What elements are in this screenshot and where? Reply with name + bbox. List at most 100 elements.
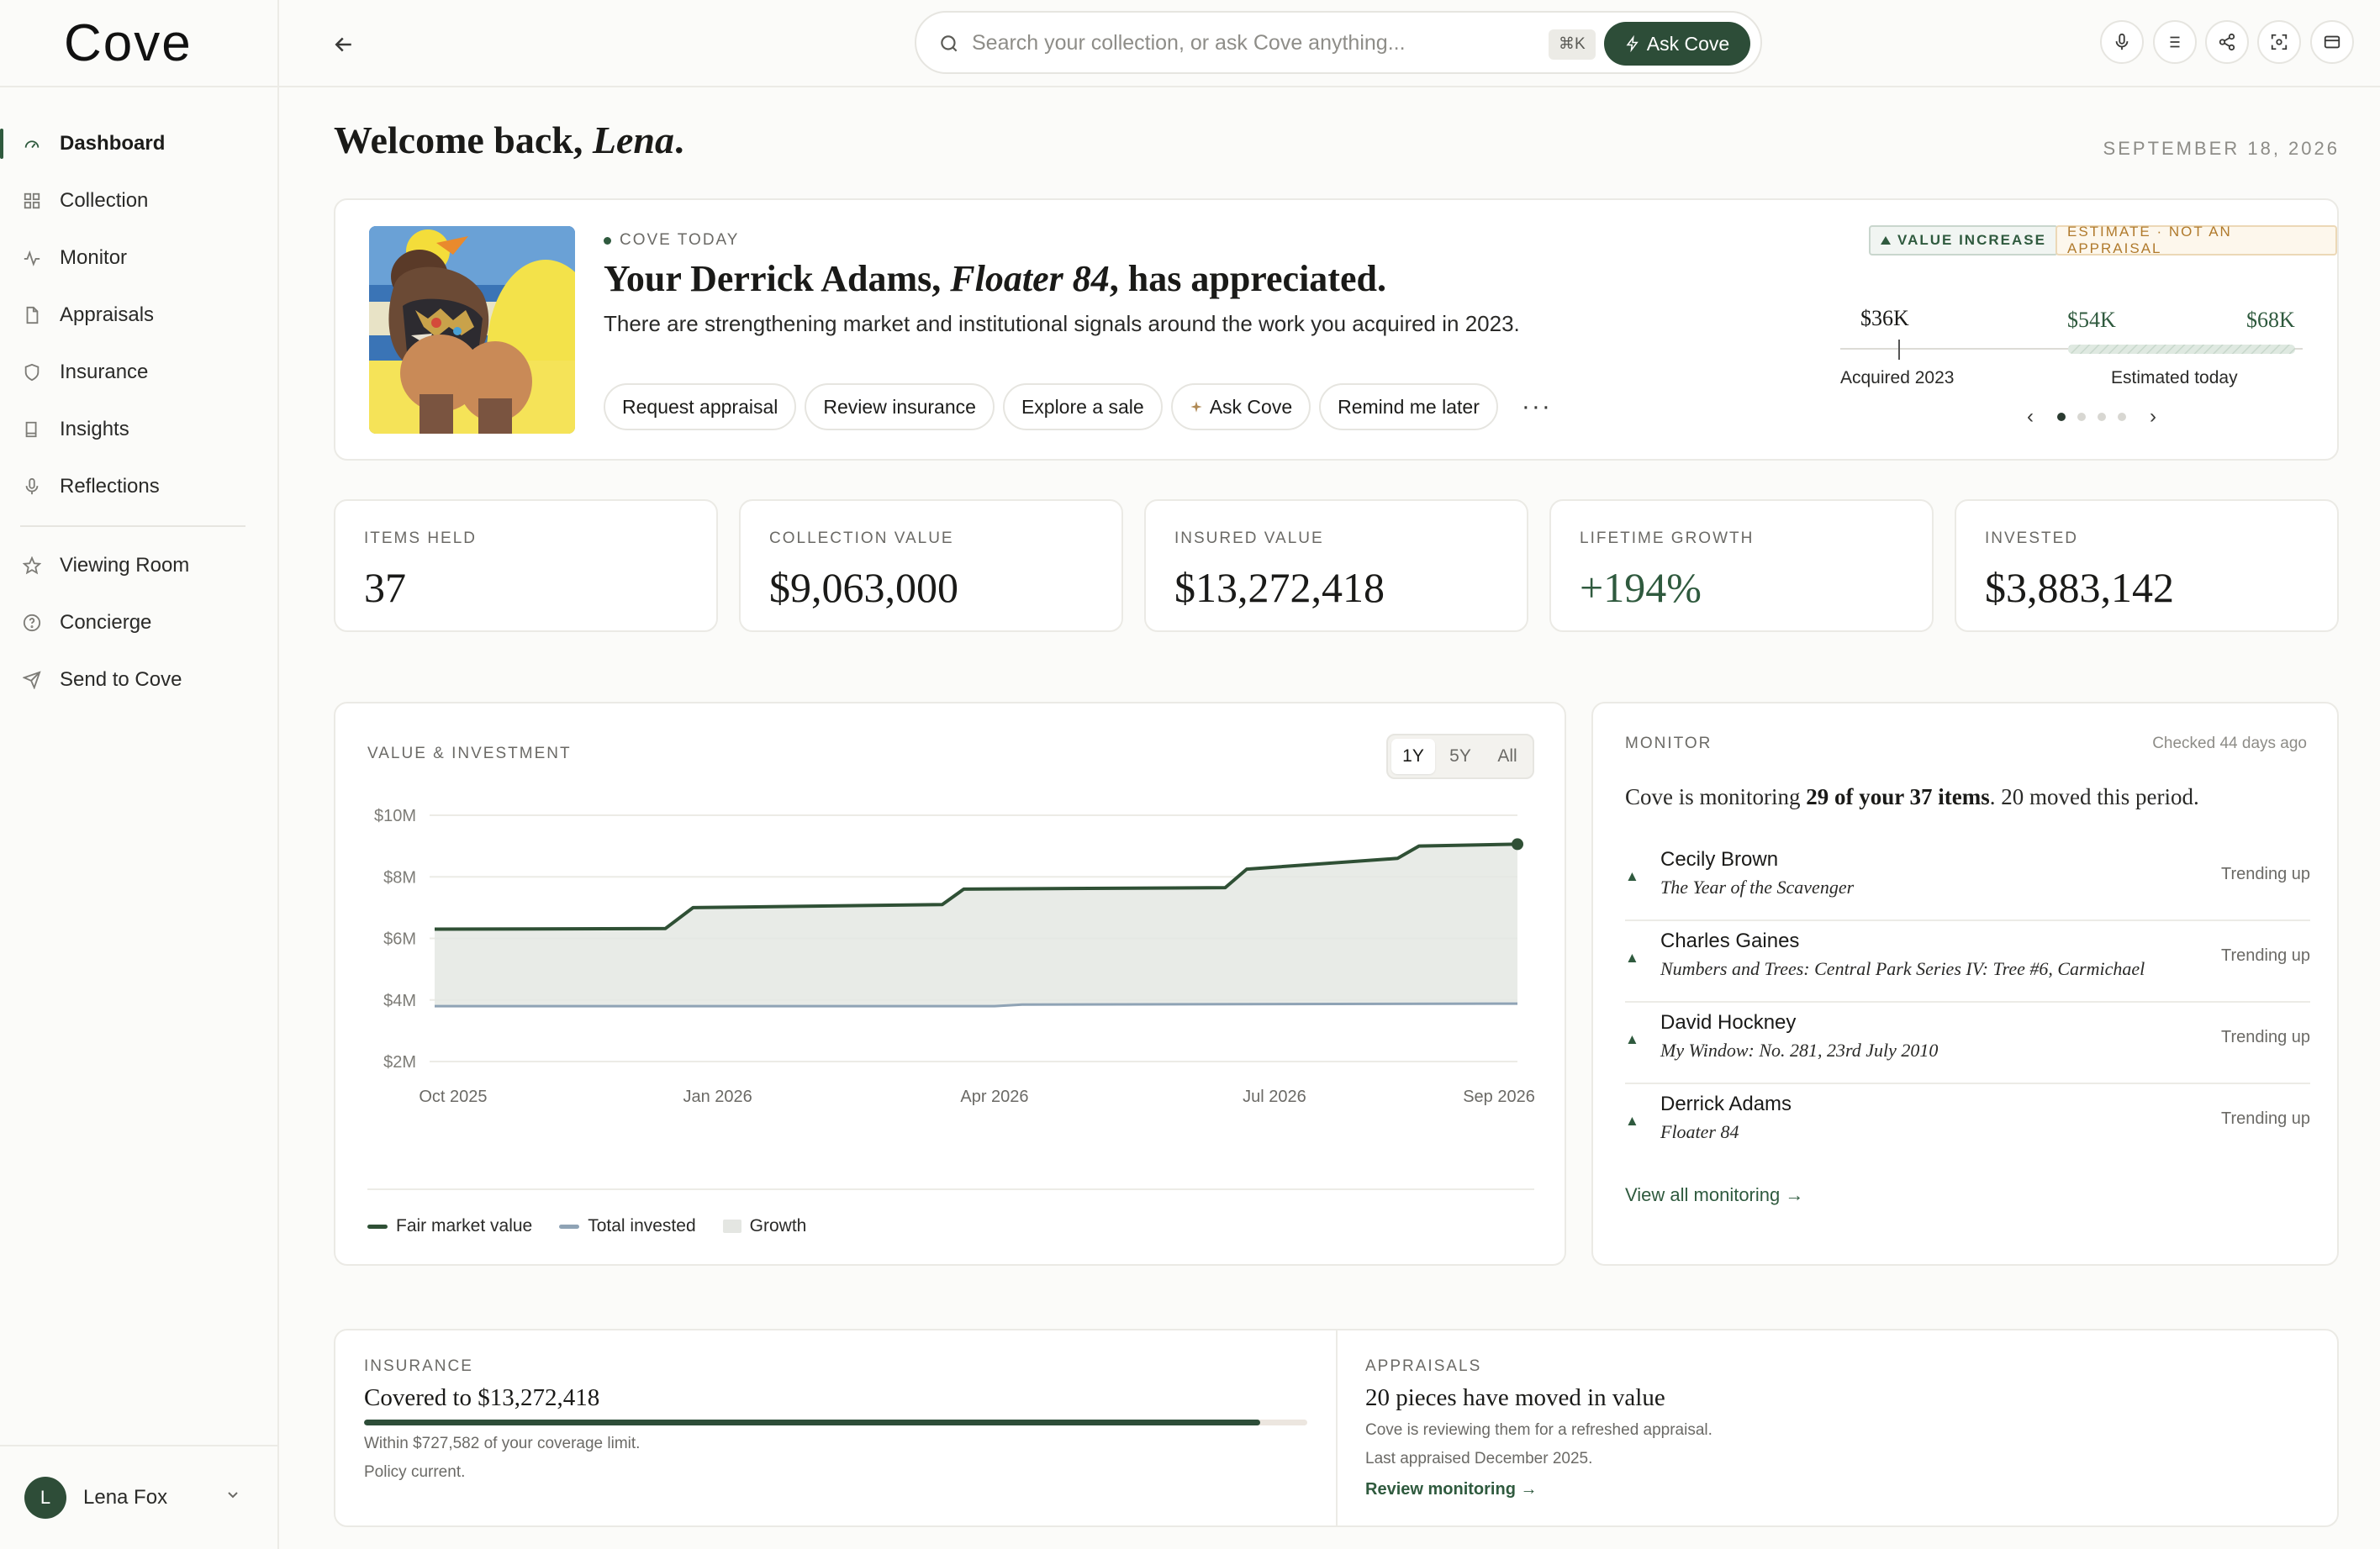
sidebar-item-collection[interactable]: Collection bbox=[0, 172, 277, 229]
insurance-title: INSURANCE bbox=[364, 1357, 473, 1375]
carousel-dot[interactable] bbox=[2118, 413, 2126, 421]
sidebar-item-viewing-room[interactable]: Viewing Room bbox=[0, 537, 277, 594]
button-label: Ask Cove bbox=[1209, 395, 1293, 418]
last-appraised: Last appraised December 2025. bbox=[1365, 1450, 1593, 1467]
document-icon bbox=[26, 306, 39, 324]
ask-cove-button[interactable]: Ask Cove bbox=[1604, 22, 1750, 66]
ask-cove-pill-button[interactable]: Ask Cove bbox=[1170, 383, 1311, 430]
view-all-monitoring-link[interactable]: View all monitoring → bbox=[1625, 1184, 1803, 1206]
x-tick-label: Oct 2025 bbox=[419, 1088, 487, 1106]
value-investment-card: VALUE & INVESTMENT 1Y 5Y All $10M $8M $6M $… bbox=[334, 702, 1566, 1266]
legend-label: Fair market value bbox=[396, 1216, 533, 1236]
sidebar: Cove Dashboard Collection Monitor Apprai… bbox=[0, 0, 279, 1549]
sparkle-icon bbox=[1190, 401, 1202, 413]
card-divider bbox=[1336, 1330, 1338, 1525]
more-options-icon[interactable]: ··· bbox=[1507, 393, 1567, 421]
chevron-left-icon[interactable]: ‹ bbox=[2015, 405, 2045, 429]
legend-label: Total invested bbox=[588, 1216, 696, 1236]
carousel-dot[interactable] bbox=[2098, 413, 2106, 421]
list-item[interactable]: ▲ Cecily Brown The Year of the Scavenger… bbox=[1625, 840, 2310, 921]
sidebar-nav: Dashboard Collection Monitor Appraisals … bbox=[0, 115, 277, 709]
top-bar: ⌘K Ask Cove bbox=[279, 0, 2380, 87]
legend-label: Growth bbox=[749, 1216, 807, 1236]
chevron-down-icon[interactable] bbox=[225, 1490, 240, 1500]
insurance-note: Within $727,582 of your coverage limit. bbox=[364, 1435, 641, 1452]
work-title: Floater 84 bbox=[1660, 1121, 1739, 1142]
trend-up-icon: ▲ bbox=[1625, 868, 1639, 884]
panel-icon bbox=[2324, 35, 2340, 49]
list-button[interactable] bbox=[2153, 20, 2197, 64]
review-monitoring-link[interactable]: Review monitoring → bbox=[1365, 1480, 1537, 1499]
sidebar-item-label: Send to Cove bbox=[60, 668, 182, 691]
summary-bold: 29 of your 37 items bbox=[1806, 784, 1990, 809]
stat-invested[interactable]: INVESTED $3,883,142 bbox=[1955, 499, 2339, 632]
button-label: Review insurance bbox=[823, 395, 976, 418]
sidebar-item-label: Insurance bbox=[60, 361, 149, 383]
sidebar-item-insights[interactable]: Insights bbox=[0, 401, 277, 458]
trend-up-icon: ▲ bbox=[1625, 1113, 1639, 1129]
artist-name: Charles Gaines bbox=[1660, 930, 1800, 952]
list-item[interactable]: ▲ Charles Gaines Numbers and Trees: Cent… bbox=[1625, 921, 2310, 1003]
ask-cove-label: Ask Cove bbox=[1646, 32, 1730, 55]
artwork-thumbnail[interactable] bbox=[369, 226, 575, 434]
request-appraisal-button[interactable]: Request appraisal bbox=[604, 383, 797, 430]
chart-legend: Fair market value Total invested Growth bbox=[367, 1216, 806, 1236]
list-item[interactable]: ▲ Derrick Adams Floater 84 Trending up bbox=[1625, 1084, 2310, 1166]
insurance-coverage: Covered to $13,272,418 bbox=[364, 1384, 600, 1411]
monitor-checked: Checked 44 days ago bbox=[2152, 735, 2307, 752]
growth-area bbox=[435, 844, 1517, 1007]
search-input[interactable] bbox=[972, 28, 1510, 58]
carousel-dot[interactable] bbox=[2077, 413, 2086, 421]
focus-button[interactable] bbox=[2257, 20, 2301, 64]
stat-collection-value[interactable]: COLLECTION VALUE $9,063,000 bbox=[739, 499, 1123, 632]
cove-today-card: COVE TODAY Your Derrick Adams, Floater 8… bbox=[334, 198, 2339, 461]
artwork-image bbox=[369, 226, 575, 434]
sidebar-item-send-to-cove[interactable]: Send to Cove bbox=[0, 651, 277, 709]
explore-sale-button[interactable]: Explore a sale bbox=[1002, 383, 1163, 430]
sidebar-item-monitor[interactable]: Monitor bbox=[0, 229, 277, 287]
welcome-prefix: Welcome back, bbox=[334, 119, 593, 161]
x-tick-label: Sep 2026 bbox=[1463, 1088, 1535, 1106]
legend-item-growth[interactable]: Growth bbox=[722, 1216, 807, 1236]
back-arrow-icon[interactable] bbox=[331, 32, 356, 57]
grid-icon bbox=[24, 192, 40, 209]
sidebar-item-insurance[interactable]: Insurance bbox=[0, 344, 277, 401]
legend-item-total-invested[interactable]: Total invested bbox=[559, 1216, 696, 1236]
current-date: SEPTEMBER 18, 2026 bbox=[2103, 138, 2340, 159]
sidebar-item-dashboard[interactable]: Dashboard bbox=[0, 115, 277, 172]
sidebar-item-label: Concierge bbox=[60, 611, 152, 634]
value-chart[interactable]: $10M $8M $6M $4M $2MOct 2025 Jan 2026 Apr 2026… bbox=[335, 703, 1568, 1191]
button-label: Remind me later bbox=[1338, 395, 1480, 418]
share-button[interactable] bbox=[2205, 20, 2249, 64]
review-insurance-button[interactable]: Review insurance bbox=[805, 383, 995, 430]
stat-items-held[interactable]: ITEMS HELD 37 bbox=[334, 499, 718, 632]
stat-value: $9,063,000 bbox=[769, 564, 958, 611]
carousel-dot[interactable] bbox=[2057, 413, 2066, 421]
monitor-list: ▲ Cecily Brown The Year of the Scavenger… bbox=[1625, 840, 2310, 1166]
value-scale: $36K $54K $68K Acquired 2023 Estimated t… bbox=[1840, 306, 2311, 387]
badge-label: VALUE INCREASE bbox=[1897, 232, 2046, 248]
chevron-right-icon[interactable]: › bbox=[2138, 405, 2168, 429]
work-title: The Year of the Scavenger bbox=[1660, 877, 1855, 898]
sidebar-item-reflections[interactable]: Reflections bbox=[0, 458, 277, 515]
user-name: Lena Fox bbox=[83, 1486, 168, 1509]
remind-later-button[interactable]: Remind me later bbox=[1319, 383, 1498, 430]
panel-button[interactable] bbox=[2310, 20, 2354, 64]
legend-item-fair-market-value[interactable]: Fair market value bbox=[367, 1216, 532, 1236]
sidebar-item-appraisals[interactable]: Appraisals bbox=[0, 287, 277, 344]
stat-label: COLLECTION VALUE bbox=[769, 530, 954, 547]
stat-insured-value[interactable]: INSURED VALUE $13,272,418 bbox=[1144, 499, 1528, 632]
page-title: Welcome back, Lena. bbox=[334, 118, 684, 162]
cove-logo[interactable]: Cove bbox=[64, 13, 193, 73]
legend-swatch bbox=[559, 1224, 580, 1229]
user-menu[interactable]: L Lena Fox bbox=[0, 1445, 277, 1549]
list-item[interactable]: ▲ David Hockney My Window: No. 281, 23rd… bbox=[1625, 1003, 2310, 1084]
button-label: Request appraisal bbox=[622, 395, 778, 418]
focus-icon bbox=[2271, 34, 2288, 50]
voice-button[interactable] bbox=[2100, 20, 2144, 64]
stat-label: LIFETIME GROWTH bbox=[1580, 530, 1755, 547]
sidebar-item-concierge[interactable]: Concierge bbox=[0, 594, 277, 651]
stat-lifetime-growth[interactable]: LIFETIME GROWTH +194% bbox=[1549, 499, 1934, 632]
acquired-caption: Acquired 2023 bbox=[1840, 368, 1955, 387]
y-tick-label: $8M bbox=[383, 868, 416, 887]
